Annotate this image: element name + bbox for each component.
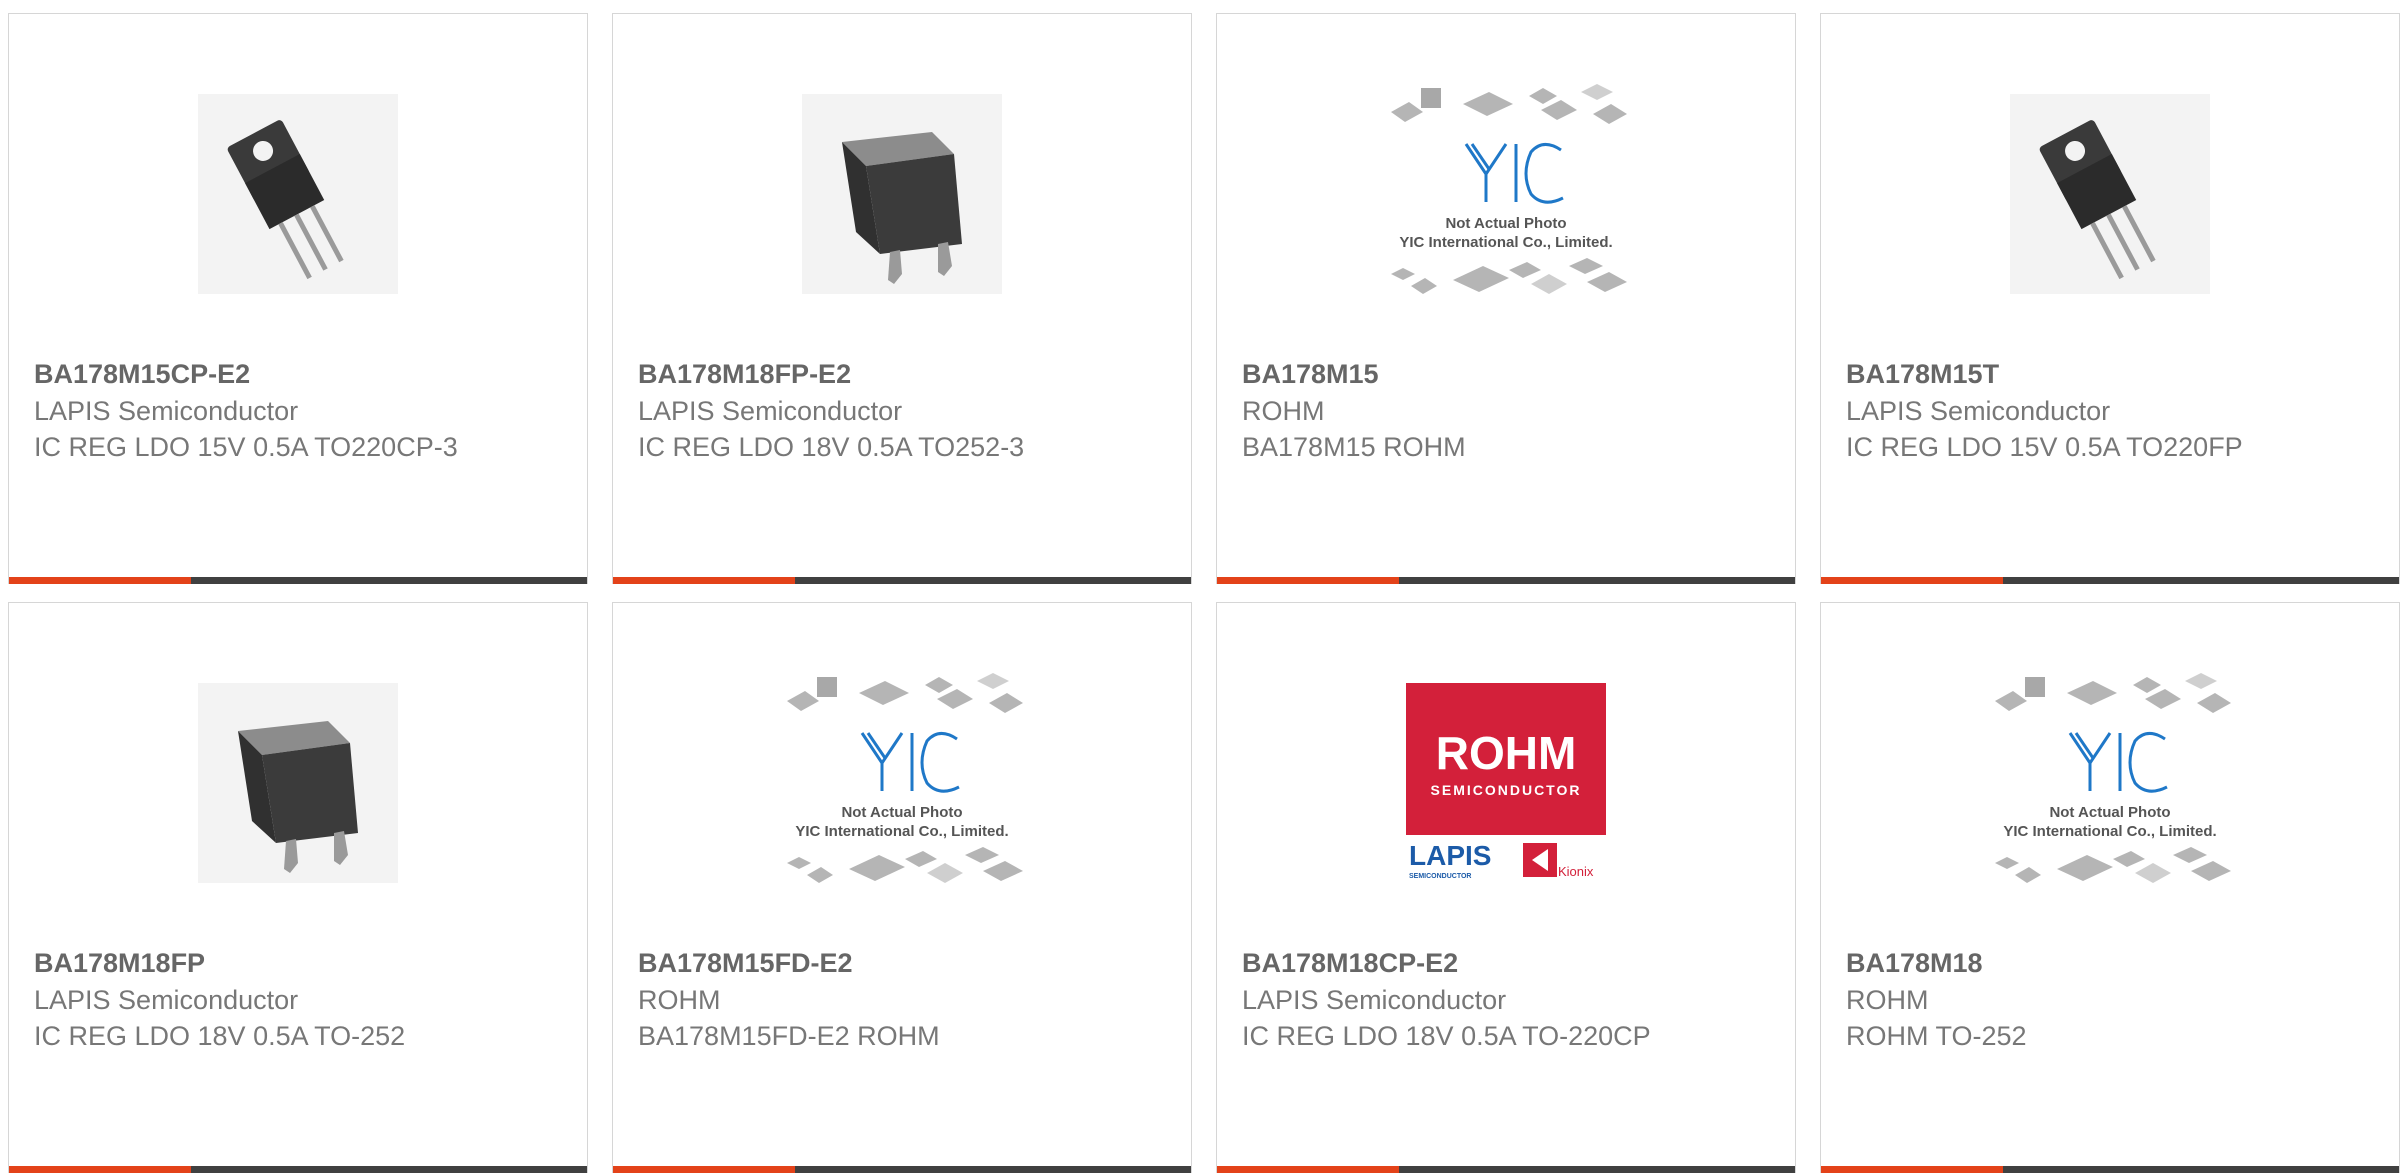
card-accent-bar — [1217, 577, 1399, 584]
svg-text:ROHM: ROHM — [1436, 727, 1577, 779]
to220-package-image — [198, 94, 398, 294]
to252-package-image — [802, 94, 1002, 294]
card-bottom-bar — [1821, 1166, 2399, 1173]
product-card[interactable]: Not Actual Photo YIC International Co., … — [1216, 13, 1796, 584]
product-description: BA178M15FD-E2 ROHM — [638, 1021, 940, 1051]
card-bottom-bar — [1217, 1166, 1795, 1173]
manufacturer-name: LAPIS Semiconductor — [638, 395, 903, 426]
product-info: BA178M18FP LAPIS Semiconductor IC REG LDO … — [34, 945, 547, 1055]
part-number-link[interactable]: BA178M15FD-E2 — [638, 945, 1151, 982]
product-grid: BA178M15CP-E2 LAPIS Semiconductor IC REG L… — [0, 0, 2400, 1173]
product-info: BA178M15 ROHM BA178M15 ROHM — [1242, 356, 1755, 466]
product-card[interactable]: ROHM SEMICONDUCTOR LAPIS SEMICONDUCTOR K… — [1216, 602, 1796, 1173]
placeholder-image: Not Actual Photo YIC International Co., … — [1391, 84, 1627, 294]
manufacturer-name: LAPIS Semiconductor — [34, 984, 299, 1015]
manufacturer-name: LAPIS Semiconductor — [1846, 395, 2111, 426]
product-description: IC REG LDO 18V 0.5A TO252-3 — [638, 432, 1025, 462]
svg-text:LAPIS: LAPIS — [1409, 840, 1491, 871]
card-bottom-bar — [9, 1166, 587, 1173]
part-number-link[interactable]: BA178M15T — [1846, 356, 2359, 393]
product-info: BA178M18CP-E2 LAPIS Semiconductor IC REG L… — [1242, 945, 1755, 1055]
rohm-lapis-logo-image: ROHM SEMICONDUCTOR LAPIS SEMICONDUCTOR K… — [1406, 683, 1606, 880]
product-info: BA178M15FD-E2 ROHM BA178M15FD-E2 ROHM — [638, 945, 1151, 1055]
card-bottom-bar — [613, 1166, 1191, 1173]
part-number-link[interactable]: BA178M18FP — [34, 945, 547, 982]
to252-package-image — [198, 683, 398, 883]
product-description: BA178M15 ROHM — [1242, 432, 1466, 462]
product-description: IC REG LDO 15V 0.5A TO220CP-3 — [34, 432, 458, 462]
part-number-link[interactable]: BA178M18FP-E2 — [638, 356, 1151, 393]
card-accent-bar — [9, 577, 191, 584]
placeholder-image: Not Actual Photo YIC International Co., … — [787, 673, 1023, 883]
product-description: ROHM TO-252 — [1846, 1021, 2027, 1051]
manufacturer-name: LAPIS Semiconductor — [1242, 984, 1507, 1015]
product-info: BA178M18 ROHM ROHM TO-252 — [1846, 945, 2359, 1055]
card-accent-bar — [1821, 577, 2003, 584]
product-card[interactable]: BA178M15CP-E2 LAPIS Semiconductor IC REG L… — [8, 13, 588, 584]
card-bottom-bar — [1217, 577, 1795, 584]
card-bottom-bar — [1821, 577, 2399, 584]
manufacturer-name: ROHM — [1846, 984, 1929, 1015]
svg-text:SEMICONDUCTOR: SEMICONDUCTOR — [1431, 782, 1582, 798]
placeholder-image: Not Actual Photo YIC International Co., … — [1995, 673, 2231, 883]
placeholder-line2: YIC International Co., Limited. — [2003, 823, 2216, 840]
to252-icon[interactable] — [613, 74, 1191, 314]
placeholder-line2: YIC International Co., Limited. — [795, 823, 1008, 840]
card-accent-bar — [1217, 1166, 1399, 1173]
product-info: BA178M18FP-E2 LAPIS Semiconductor IC REG L… — [638, 356, 1151, 466]
card-bottom-bar — [9, 577, 587, 584]
placeholder-icon[interactable]: Not Actual Photo YIC International Co., … — [1821, 663, 2399, 903]
rohm-logo-icon[interactable]: ROHM SEMICONDUCTOR LAPIS SEMICONDUCTOR K… — [1217, 663, 1795, 903]
manufacturer-name: ROHM — [1242, 395, 1325, 426]
part-number-link[interactable]: BA178M18CP-E2 — [1242, 945, 1755, 982]
to220-icon[interactable] — [9, 74, 587, 314]
product-card[interactable]: BA178M18FP LAPIS Semiconductor IC REG LDO … — [8, 602, 588, 1173]
card-bottom-bar — [613, 577, 1191, 584]
svg-text:SEMICONDUCTOR: SEMICONDUCTOR — [1409, 873, 1471, 880]
manufacturer-name: ROHM — [638, 984, 721, 1015]
product-card[interactable]: Not Actual Photo YIC International Co., … — [612, 602, 1192, 1173]
product-description: IC REG LDO 18V 0.5A TO-252 — [34, 1021, 406, 1051]
product-info: BA178M15T LAPIS Semiconductor IC REG LDO 1… — [1846, 356, 2359, 466]
card-accent-bar — [613, 1166, 795, 1173]
placeholder-line1: Not Actual Photo — [2049, 804, 2170, 821]
card-accent-bar — [1821, 1166, 2003, 1173]
product-card[interactable]: BA178M18FP-E2 LAPIS Semiconductor IC REG L… — [612, 13, 1192, 584]
svg-text:Kionix: Kionix — [1558, 864, 1594, 879]
product-description: IC REG LDO 15V 0.5A TO220FP — [1846, 432, 2243, 462]
placeholder-icon[interactable]: Not Actual Photo YIC International Co., … — [1217, 74, 1795, 314]
placeholder-line1: Not Actual Photo — [841, 804, 962, 821]
placeholder-line1: Not Actual Photo — [1445, 215, 1566, 232]
manufacturer-name: LAPIS Semiconductor — [34, 395, 299, 426]
part-number-link[interactable]: BA178M18 — [1846, 945, 2359, 982]
card-accent-bar — [9, 1166, 191, 1173]
product-info: BA178M15CP-E2 LAPIS Semiconductor IC REG L… — [34, 356, 547, 466]
product-card[interactable]: BA178M15T LAPIS Semiconductor IC REG LDO 1… — [1820, 13, 2400, 584]
part-number-link[interactable]: BA178M15 — [1242, 356, 1755, 393]
part-number-link[interactable]: BA178M15CP-E2 — [34, 356, 547, 393]
placeholder-icon[interactable]: Not Actual Photo YIC International Co., … — [613, 663, 1191, 903]
to252-icon[interactable] — [9, 663, 587, 903]
product-card[interactable]: Not Actual Photo YIC International Co., … — [1820, 602, 2400, 1173]
to220-icon[interactable] — [1821, 74, 2399, 314]
card-accent-bar — [613, 577, 795, 584]
to220-package-image — [2010, 94, 2210, 294]
product-description: IC REG LDO 18V 0.5A TO-220CP — [1242, 1021, 1651, 1051]
placeholder-line2: YIC International Co., Limited. — [1399, 234, 1612, 251]
